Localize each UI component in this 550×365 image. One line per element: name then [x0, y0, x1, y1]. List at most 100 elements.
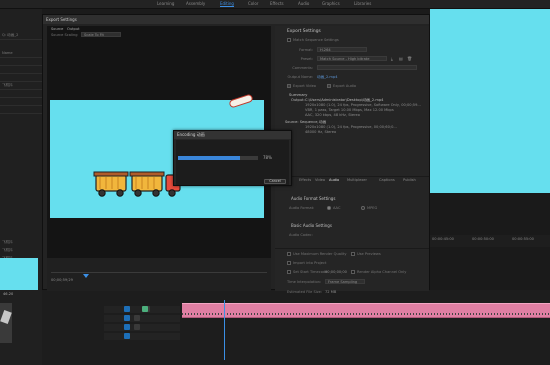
export-video-checkbox[interactable]	[287, 84, 291, 88]
encoding-progress-percent: 78%	[263, 155, 272, 160]
export-audio-checkbox[interactable]	[327, 84, 331, 88]
track-mute-toggle[interactable]	[134, 315, 140, 321]
train-car-1	[93, 171, 129, 197]
workspace-tab-color[interactable]: Color	[248, 1, 258, 6]
track-header-a2	[104, 324, 180, 331]
set-start-timecode-label: Set Start Timecode	[293, 270, 328, 274]
audio-format-heading: Audio Format Settings	[291, 196, 336, 201]
export-preview-timebar: 00;00;59;29	[47, 258, 271, 291]
time-interpolation-dropdown[interactable]: Frame Sampling	[325, 279, 365, 284]
tab-output[interactable]: Output	[67, 27, 79, 31]
audio-format-label: Audio Format:	[289, 206, 315, 210]
time-interpolation-value: Frame Sampling	[328, 280, 358, 284]
timeline-video-clip[interactable]	[182, 303, 550, 310]
workspace-tab-graphics[interactable]: Graphics	[322, 1, 340, 6]
timeline-ruler[interactable]: 00:00:45:00 00:00:50:00 00:00:55:00	[430, 235, 550, 247]
project-thumbnail-secondary[interactable]	[0, 303, 12, 343]
encoding-progress-bar	[178, 156, 258, 160]
use-previews-label: Use Previews	[357, 252, 381, 256]
workspace-tab-learning[interactable]: Learning	[157, 1, 174, 6]
timeline-playhead-line[interactable]	[224, 300, 225, 360]
output-name-label: Output Name:	[287, 75, 313, 79]
cancel-button[interactable]: Cancel	[264, 179, 286, 184]
format-dropdown[interactable]: H.264	[317, 47, 367, 52]
project-divider	[0, 97, 42, 98]
preset-dropdown[interactable]: Match Source - High bitrate	[317, 56, 387, 61]
track-solo-toggle[interactable]	[142, 306, 148, 312]
comments-input[interactable]	[317, 65, 417, 70]
summary-output-label: Output:	[291, 98, 305, 102]
workspace-tab-effects[interactable]: Effects	[270, 1, 284, 6]
summary-output-line: 1920x1080 (1.0), 24 fps, Progressive, So…	[305, 103, 421, 107]
export-audio-label: Export Audio	[333, 84, 357, 88]
preview-scrubber-track[interactable]	[51, 272, 267, 273]
thumbnail-graphic	[0, 309, 12, 325]
project-column-name: Name	[2, 51, 13, 55]
project-divider	[0, 65, 42, 66]
settings-divider	[275, 248, 429, 249]
project-item[interactable]: 飞机抖	[2, 240, 40, 245]
preview-playhead[interactable]	[83, 274, 89, 278]
tab-source[interactable]: Source	[51, 27, 63, 31]
track-target-toggle[interactable]	[124, 333, 130, 339]
summary-output-line: VBR, 1 pass, Target 10.00 Mbps, Max 12.0…	[305, 108, 394, 112]
export-video-label: Export Video	[293, 84, 316, 88]
track-mute-toggle[interactable]	[134, 324, 140, 330]
thumbnail-duration: 46.20	[3, 292, 14, 296]
project-item[interactable]: 飞机抖	[2, 83, 40, 88]
render-alpha-label: Render Alpha Channel Only	[357, 270, 407, 274]
audio-format-mpeg-label: MPEG	[367, 206, 378, 210]
project-item[interactable]: 飞机抖	[2, 248, 40, 253]
encoding-dialog: Encoding 动画 78% Cancel	[173, 130, 292, 186]
audio-format-mpeg-radio[interactable]	[361, 206, 365, 210]
import-into-project-label: Import into Project	[293, 261, 327, 265]
encoding-progress-fill	[178, 156, 241, 160]
audio-waveform	[182, 313, 550, 315]
project-thumbnail[interactable]	[0, 258, 38, 290]
encoding-dialog-titlebar[interactable]: Encoding 动画	[174, 131, 291, 139]
project-divider	[0, 81, 42, 82]
source-scaling-dropdown[interactable]: Scale To Fit	[81, 32, 121, 37]
ruler-tick-label: 00:00:50:00	[472, 237, 494, 241]
track-target-toggle[interactable]	[124, 306, 130, 312]
track-target-toggle[interactable]	[124, 324, 130, 330]
summary-source-label: Source: Sequence,	[285, 120, 319, 124]
use-previews-checkbox[interactable]	[351, 252, 355, 256]
render-alpha-checkbox[interactable]	[351, 270, 355, 274]
import-into-project-checkbox[interactable]	[287, 261, 291, 265]
export-dialog-titlebar[interactable]: Export Settings	[43, 15, 429, 24]
tab-video[interactable]: Video	[315, 178, 325, 182]
tab-captions[interactable]: Captions	[379, 178, 395, 182]
track-target-toggle[interactable]	[124, 315, 130, 321]
max-render-quality-checkbox[interactable]	[287, 252, 291, 256]
track-header-a3	[104, 333, 180, 340]
program-monitor-frame	[430, 9, 550, 193]
workspace-tab-editing[interactable]: Editing	[220, 1, 234, 7]
summary-source-line: 1920x1080 (1.0), 24 fps, Progressive, 00…	[305, 125, 397, 129]
timeline-audio-clip[interactable]	[182, 310, 550, 318]
estimated-size-value: 72 MB	[325, 290, 337, 294]
track-header-a1	[104, 315, 180, 322]
workspace-tab-assembly[interactable]: Assembly	[186, 1, 205, 6]
set-start-timecode-checkbox[interactable]	[287, 270, 291, 274]
project-divider	[0, 113, 42, 114]
tab-audio[interactable]: Audio	[329, 178, 339, 182]
tab-effects[interactable]: Effects	[299, 178, 311, 182]
time-interpolation-label: Time Interpolation:	[287, 280, 322, 284]
match-sequence-checkbox[interactable]	[287, 38, 291, 42]
workspace-tab-audio[interactable]: Audio	[298, 1, 309, 6]
import-preset-icon[interactable]: ▤	[399, 56, 403, 61]
tab-publish[interactable]: Publish	[403, 178, 416, 182]
tab-multiplexer[interactable]: Multiplexer	[347, 178, 367, 182]
project-divider	[0, 57, 42, 58]
start-timecode-value[interactable]: 00;00;00;00	[325, 270, 347, 274]
output-name-link[interactable]: 动画_2.mp4	[317, 75, 337, 80]
save-preset-icon[interactable]: ⤓	[391, 56, 393, 61]
project-search-row[interactable]: Q: 动画_2	[2, 33, 40, 38]
audio-format-aac-radio[interactable]	[327, 206, 331, 210]
format-value: H.264	[320, 48, 331, 52]
ruler-tick-label: 00:00:55:00	[512, 237, 534, 241]
summary-output-line: AAC, 320 kbps, 48 kHz, Stereo	[305, 113, 360, 117]
delete-preset-icon[interactable]: 🗑	[407, 56, 412, 61]
workspace-tab-libraries[interactable]: Libraries	[354, 1, 371, 6]
